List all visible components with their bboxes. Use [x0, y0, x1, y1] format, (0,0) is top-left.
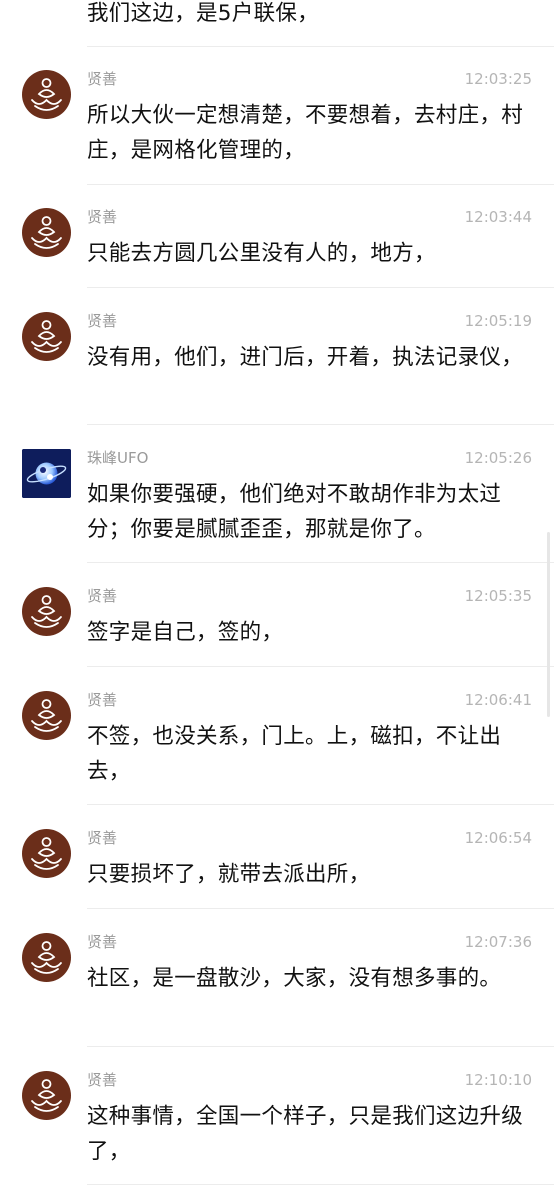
scrollbar[interactable]: [547, 532, 550, 717]
message-divider: [87, 46, 554, 47]
message-divider: [87, 424, 554, 425]
lotus-buddha-avatar[interactable]: [22, 1071, 71, 1120]
sender-name: 贤善: [87, 312, 118, 330]
message-time: 12:06:41: [464, 691, 532, 709]
sender-name: 贤善: [87, 829, 118, 847]
message-text-partial: 我们这边，是5户联保，: [87, 1, 319, 26]
lotus-buddha-avatar[interactable]: [22, 70, 71, 119]
sender-name: 贤善: [87, 933, 118, 951]
message-time: 12:10:10: [464, 1071, 532, 1089]
lotus-buddha-avatar[interactable]: [22, 829, 71, 878]
lotus-buddha-avatar[interactable]: [22, 208, 71, 257]
lotus-buddha-avatar[interactable]: [22, 691, 71, 740]
message-text: 只要损坏了，就带去派出所，: [87, 862, 371, 887]
sender-name: 贤善: [87, 691, 118, 709]
message-time: 12:06:54: [464, 829, 532, 847]
sender-name: 贤善: [87, 1071, 118, 1089]
message-divider: [87, 804, 554, 805]
message-time: 12:05:35: [464, 587, 532, 605]
message-time: 12:03:25: [464, 70, 532, 88]
sender-name: 贤善: [87, 587, 118, 605]
message-text: 只能去方圆几公里没有人的，地方，: [87, 241, 436, 266]
sender-name: 珠峰UFO: [87, 449, 149, 467]
message-divider: [87, 666, 554, 667]
message-divider: [87, 287, 554, 288]
message-time: 12:05:19: [464, 312, 532, 330]
message-time: 12:05:26: [464, 449, 532, 467]
lotus-buddha-avatar[interactable]: [22, 587, 71, 636]
sender-name: 贤善: [87, 208, 118, 226]
message-text: 如果你要强硬，他们绝对不敢胡作非为太过分；你要是腻腻歪歪，那就是你了。: [87, 482, 502, 542]
ufo-planet-avatar[interactable]: [22, 449, 71, 498]
message-text: 社区，是一盘散沙，大家，没有想多事的。: [87, 966, 502, 991]
message-text: 这种事情，全国一个样子，只是我们这边升级了，: [87, 1104, 524, 1164]
message-time: 12:07:36: [464, 933, 532, 951]
message-divider: [87, 1046, 554, 1047]
message-text: 签字是自己，签的，: [87, 620, 284, 645]
sender-name: 贤善: [87, 70, 118, 88]
message-divider: [87, 908, 554, 909]
lotus-buddha-avatar[interactable]: [22, 933, 71, 982]
message-divider: [87, 562, 554, 563]
message-divider: [87, 1184, 554, 1185]
lotus-buddha-avatar[interactable]: [22, 312, 71, 361]
message-text: 不签，也没关系，门上。上，磁扣，不让出去，: [87, 724, 502, 784]
message-divider: [87, 184, 554, 185]
message-time: 12:03:44: [464, 208, 532, 226]
message-text: 没有用，他们，进门后，开着，执法记录仪，: [87, 345, 524, 370]
message-text: 所以大伙一定想清楚，不要想着，去村庄，村庄，是网格化管理的，: [87, 103, 524, 163]
